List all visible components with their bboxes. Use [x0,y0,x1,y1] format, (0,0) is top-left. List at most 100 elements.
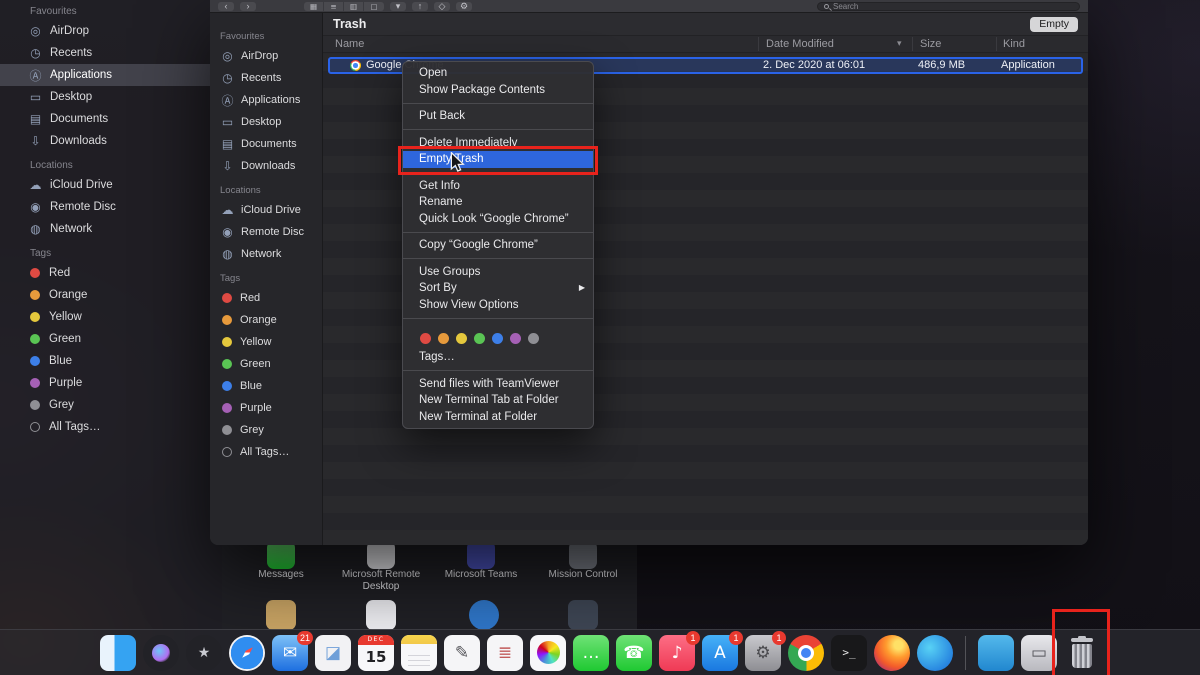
menu-item-new-terminal-tab-at-folder[interactable]: New Terminal Tab at Folder [403,392,593,409]
dock-firefox[interactable] [874,635,910,671]
menu-item-sort-by[interactable]: Sort By▶ [403,280,593,297]
app-grid-icon-dark[interactable] [568,600,598,630]
menu-item-quick-look-google-chrome[interactable]: Quick Look “Google Chrome” [403,211,593,228]
dock-trash[interactable] [1064,635,1100,671]
dock-preview[interactable]: ◪ [315,635,351,671]
sidebar-item-red[interactable]: Red [210,287,322,309]
back-button[interactable]: ‹ [218,2,234,11]
folder-grid-icon[interactable] [266,600,296,630]
tag-color-icon[interactable] [456,333,467,344]
empty-trash-toolbar-button[interactable]: Empty [1030,17,1078,32]
sidebar-item-yellow[interactable]: Yellow [0,306,222,328]
share-button[interactable]: ↑ [412,2,428,11]
sidebar-item-downloads[interactable]: ⇩Downloads [0,130,222,152]
column-view-icon[interactable]: ▥ [344,2,364,11]
sidebar-item-purple[interactable]: Purple [210,397,322,419]
tag-color-icon[interactable] [474,333,485,344]
menu-item-open[interactable]: Open [403,65,593,82]
sidebar-item-recents[interactable]: ◷Recents [0,42,222,64]
menu-item-show-package-contents[interactable]: Show Package Contents [403,82,593,99]
menu-item-send-files-with-teamviewer[interactable]: Send files with TeamViewer [403,376,593,393]
sidebar-item-blue[interactable]: Blue [0,350,222,372]
sidebar-item-network[interactable]: ◍Network [210,243,322,265]
sidebar-item-recents[interactable]: ◷Recents [210,67,322,89]
tag-color-icon[interactable] [420,333,431,344]
dock-terminal[interactable]: >_ [831,635,867,671]
sidebar-item-all-tags[interactable]: All Tags… [210,441,322,463]
sidebar-item-applications[interactable]: ⒶApplications [0,64,222,86]
column-header-size[interactable]: Size [920,37,941,52]
microsoft-teams-grid-icon[interactable] [467,541,495,569]
gallery-view-icon[interactable]: ▢ [364,2,384,11]
app-grid-icon-white[interactable] [366,600,396,630]
dock-finder[interactable] [100,635,136,671]
sidebar-item-desktop[interactable]: ▭Desktop [210,111,322,133]
sidebar-item-applications[interactable]: ⒶApplications [210,89,322,111]
dock-app-gray[interactable]: ▭ [1021,635,1057,671]
sort-direction-icon[interactable]: ▾ [897,37,902,52]
dock-mail[interactable]: ✉21 [272,635,308,671]
dock-launchpad[interactable]: ★ [186,635,222,671]
sidebar-item-airdrop[interactable]: ◎AirDrop [210,45,322,67]
dock-siri[interactable] [143,635,179,671]
sidebar-item-green[interactable]: Green [210,353,322,375]
dock-photos[interactable] [530,635,566,671]
sidebar-item-documents[interactable]: ▤Documents [210,133,322,155]
tags-button[interactable]: ◇ [434,2,450,11]
sidebar-item-airdrop[interactable]: ◎AirDrop [0,20,222,42]
app-grid-icon-blue[interactable] [469,600,499,630]
menu-item-delete-immediately[interactable]: Delete Immediately [403,135,593,152]
sidebar-item-grey[interactable]: Grey [0,394,222,416]
sidebar-item-orange[interactable]: Orange [210,309,322,331]
sidebar-item-remote-disc[interactable]: ◉Remote Disc [210,221,322,243]
sidebar-item-all-tags[interactable]: All Tags… [0,416,222,438]
sidebar-item-icloud-drive[interactable]: ☁iCloud Drive [210,199,322,221]
forward-button[interactable]: › [240,2,256,11]
sidebar-item-network[interactable]: ◍Network [0,218,222,240]
sidebar-item-icloud-drive[interactable]: ☁iCloud Drive [0,174,222,196]
dock-browser-blue[interactable] [917,635,953,671]
sidebar-item-documents[interactable]: ▤Documents [0,108,222,130]
tag-color-icon[interactable] [510,333,521,344]
messages-grid-icon[interactable] [267,541,295,569]
sidebar-item-desktop[interactable]: ▭Desktop [0,86,222,108]
column-header-name[interactable]: Name [335,37,364,52]
tag-color-icon[interactable] [492,333,503,344]
dock-notes[interactable] [401,635,437,671]
menu-item-tags[interactable]: Tags… [403,349,593,366]
column-header-kind[interactable]: Kind [1003,37,1025,52]
sidebar-item-blue[interactable]: Blue [210,375,322,397]
dock-app-blue[interactable] [978,635,1014,671]
dock-safari[interactable] [229,635,265,671]
sidebar-item-orange[interactable]: Orange [0,284,222,306]
dock-calendar[interactable]: DEC15 [358,635,394,671]
menu-item-empty-trash[interactable]: Empty Trash [403,151,593,168]
action-menu-button[interactable]: ⚙ [456,2,472,11]
sidebar-item-downloads[interactable]: ⇩Downloads [210,155,322,177]
icon-view-icon[interactable]: ▦ [304,2,324,11]
sidebar-item-remote-disc[interactable]: ◉Remote Disc [0,196,222,218]
microsoft-remote-desktop-grid-icon[interactable] [367,541,395,569]
view-mode-control[interactable]: ▦ ≡ ▥ ▢ [304,2,384,11]
mission-control-grid-icon[interactable] [569,541,597,569]
sidebar-item-red[interactable]: Red [0,262,222,284]
dock-app-pencils[interactable]: ≣ [487,635,523,671]
menu-item-new-terminal-at-folder[interactable]: New Terminal at Folder [403,409,593,426]
dock-app-store[interactable]: A1 [702,635,738,671]
dock-textedit[interactable]: ✎ [444,635,480,671]
menu-item-get-info[interactable]: Get Info [403,178,593,195]
group-button[interactable]: ▾ [390,2,406,11]
dock-messages[interactable]: … [573,635,609,671]
sidebar-item-yellow[interactable]: Yellow [210,331,322,353]
sidebar-item-grey[interactable]: Grey [210,419,322,441]
list-view-icon[interactable]: ≡ [324,2,344,11]
menu-item-rename[interactable]: Rename [403,194,593,211]
tag-color-icon[interactable] [528,333,539,344]
tag-color-icon[interactable] [438,333,449,344]
menu-item-put-back[interactable]: Put Back [403,108,593,125]
menu-item-copy-google-chrome[interactable]: Copy “Google Chrome” [403,237,593,254]
search-field[interactable]: Search [817,2,1080,11]
menu-item-show-view-options[interactable]: Show View Options [403,297,593,314]
sidebar-item-purple[interactable]: Purple [0,372,222,394]
menu-item-use-groups[interactable]: Use Groups [403,264,593,281]
